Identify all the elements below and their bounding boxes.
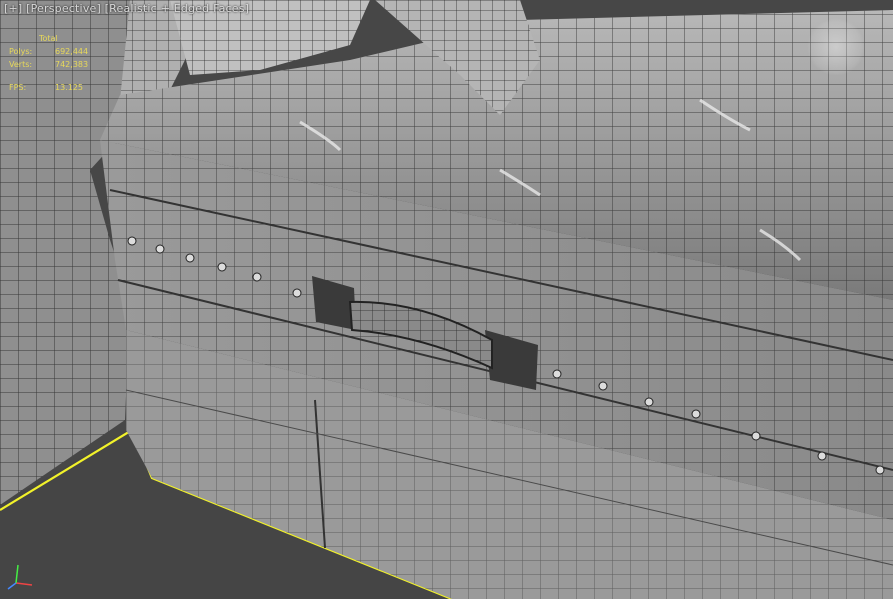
axis-tripod-icon	[7, 564, 33, 590]
stats-value: 692,444	[55, 47, 89, 56]
stats-value: 13.125	[55, 83, 83, 92]
stats-row: FPS: 13.125	[9, 81, 88, 94]
stats-row: Polys: 692,444	[9, 45, 88, 58]
stats-key: Verts:	[9, 60, 33, 69]
viewport-label[interactable]: [+] [Perspective] [Realistic + Edged Fac…	[4, 2, 249, 15]
stats-header: Total	[39, 34, 58, 43]
viewcube-icon[interactable]	[807, 18, 865, 76]
stats-key: Polys:	[9, 47, 33, 56]
stats-row: Verts: 742,383	[9, 58, 88, 71]
stats-key: FPS:	[9, 83, 27, 92]
stats-value: 742,383	[55, 60, 89, 69]
statistics-overlay: Total Polys: 692,444 Verts: 742,383 FPS:…	[9, 32, 88, 94]
3d-viewport[interactable]: [+] [Perspective] [Realistic + Edged Fac…	[0, 0, 893, 599]
viewport-render[interactable]	[0, 0, 893, 599]
